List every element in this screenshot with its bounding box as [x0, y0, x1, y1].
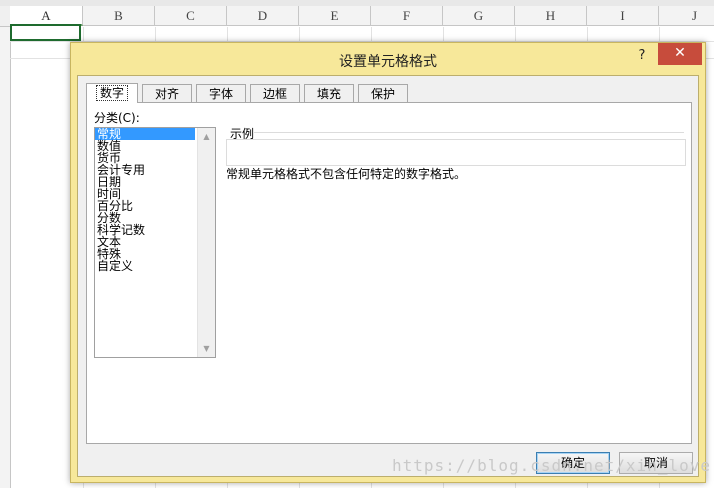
- number-tab-panel: 分类(C): 常规 数值 货币 会计专用 日期 时间 百分比 分数 科学记数 文…: [86, 102, 692, 444]
- column-header-a[interactable]: A: [10, 6, 83, 26]
- active-cell-a1[interactable]: [10, 24, 81, 41]
- category-label: 分类(C):: [94, 111, 140, 125]
- tab-font[interactable]: 字体: [196, 84, 246, 102]
- scroll-down-icon[interactable]: ▼: [198, 340, 215, 357]
- tab-border[interactable]: 边框: [250, 84, 300, 102]
- column-header-e[interactable]: E: [299, 6, 371, 26]
- tab-alignment[interactable]: 对齐: [142, 84, 192, 102]
- watermark-text: https://blog.csdn.net/xin_love: [392, 456, 711, 475]
- tab-fill[interactable]: 填充: [304, 84, 354, 102]
- category-scrollbar[interactable]: ▲ ▼: [197, 128, 215, 357]
- sample-group: 示例: [226, 125, 686, 166]
- column-header-i[interactable]: I: [587, 6, 659, 26]
- tab-number[interactable]: 数字: [86, 83, 138, 103]
- category-description: 常规单元格格式不包含任何特定的数字格式。: [226, 167, 467, 181]
- column-header-h[interactable]: H: [515, 6, 587, 26]
- column-header-f[interactable]: F: [371, 6, 443, 26]
- close-icon[interactable]: ✕: [658, 43, 702, 65]
- tab-protection[interactable]: 保护: [358, 84, 408, 102]
- dialog-titlebar[interactable]: 设置单元格格式 ? ✕: [71, 43, 705, 75]
- sample-preview-box: [226, 139, 686, 166]
- sample-group-line: [254, 132, 684, 133]
- format-cells-dialog: 设置单元格格式 ? ✕ 数字 对齐 字体 边框 填充 保护 分类(C): 常规 …: [70, 42, 706, 483]
- tab-number-label: 数字: [95, 85, 129, 101]
- column-header-j[interactable]: J: [659, 6, 714, 26]
- column-header-g[interactable]: G: [443, 6, 515, 26]
- category-listbox[interactable]: 常规 数值 货币 会计专用 日期 时间 百分比 分数 科学记数 文本 特殊 自定…: [94, 127, 216, 358]
- help-icon[interactable]: ?: [633, 47, 651, 65]
- row-header-column[interactable]: [0, 27, 11, 488]
- column-header-b[interactable]: B: [83, 6, 155, 26]
- column-header-d[interactable]: D: [227, 6, 299, 26]
- scroll-up-icon[interactable]: ▲: [198, 128, 215, 145]
- column-header-c[interactable]: C: [155, 6, 227, 26]
- dialog-title: 设置单元格格式: [339, 54, 437, 70]
- dialog-client-area: 数字 对齐 字体 边框 填充 保护 分类(C): 常规 数值 货币 会计专用 日…: [77, 75, 699, 477]
